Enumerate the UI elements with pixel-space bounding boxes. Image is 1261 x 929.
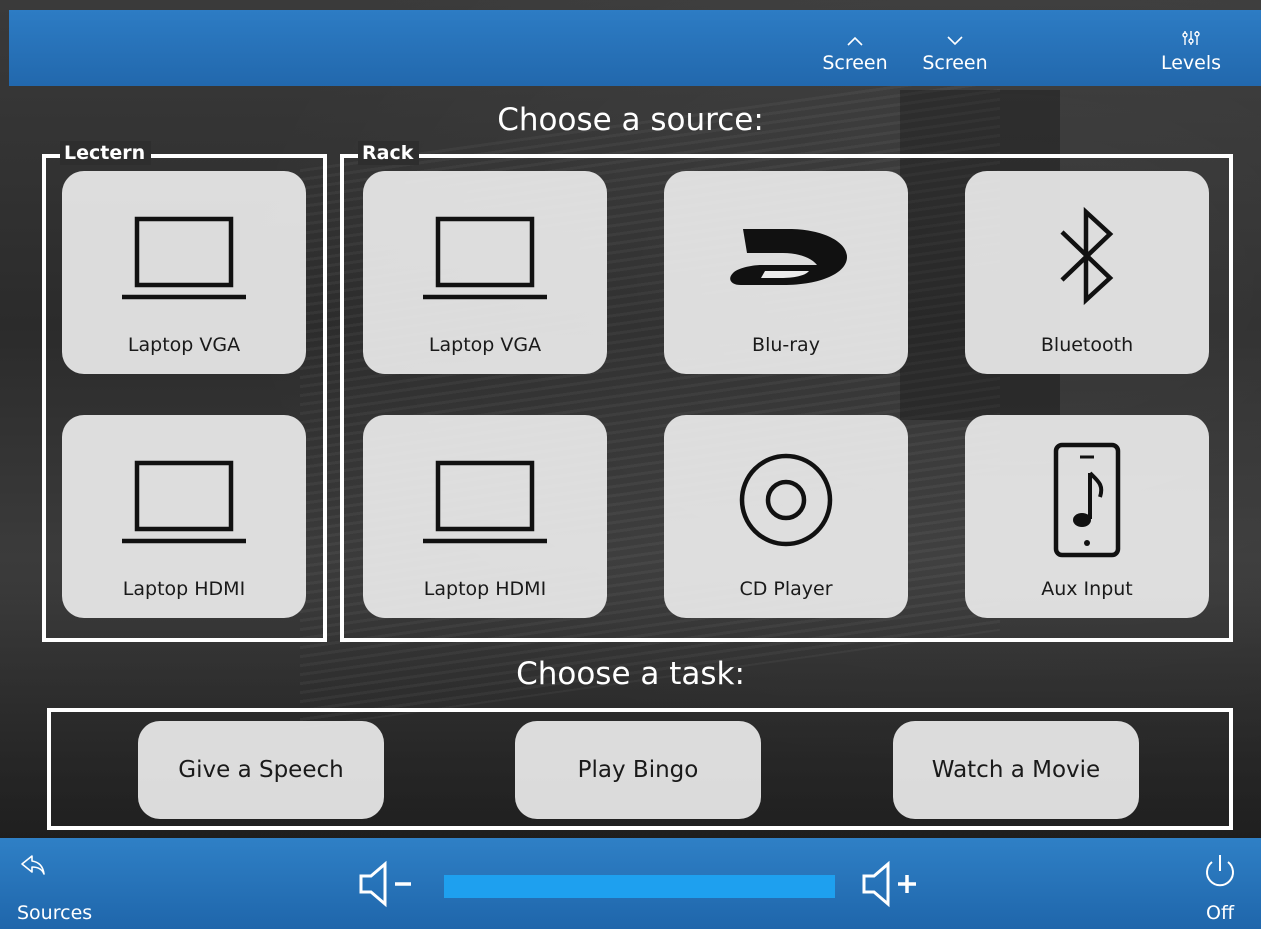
laptop-icon xyxy=(62,201,306,311)
back-arrow-icon xyxy=(21,855,45,875)
tile-label: Aux Input xyxy=(1041,578,1133,600)
volume-fill xyxy=(444,875,835,898)
rack-bluray-tile[interactable]: Blu-ray xyxy=(664,171,908,374)
bottom-bar: Sources Off xyxy=(0,838,1261,929)
volume-down-button[interactable] xyxy=(355,856,427,916)
tile-label: Laptop HDMI xyxy=(122,578,246,600)
power-icon xyxy=(1206,855,1234,887)
lectern-laptop-hdmi-tile[interactable]: Laptop HDMI xyxy=(62,415,306,618)
speaker-minus-icon xyxy=(359,860,411,908)
sources-button[interactable]: Sources xyxy=(0,838,110,929)
source-heading: Choose a source: xyxy=(497,102,764,138)
power-off-button[interactable]: Off xyxy=(1190,838,1261,929)
volume-slider[interactable] xyxy=(444,875,835,898)
tile-label: Blu-ray xyxy=(752,334,820,356)
lectern-laptop-vga-tile[interactable]: Laptop VGA xyxy=(62,171,306,374)
watch-movie-button[interactable]: Watch a Movie xyxy=(893,721,1139,819)
tile-label: Bluetooth xyxy=(1040,334,1134,356)
disc-icon xyxy=(664,445,908,555)
rack-cd-player-tile[interactable]: CD Player xyxy=(664,415,908,618)
chevron-down-icon xyxy=(947,36,963,46)
rack-bluetooth-tile[interactable]: Bluetooth xyxy=(965,171,1209,374)
screen-up-label: Screen xyxy=(822,52,888,74)
tile-label: Laptop VGA xyxy=(127,334,241,356)
tile-label: CD Player xyxy=(739,578,833,600)
laptop-icon xyxy=(363,201,607,311)
bluetooth-icon xyxy=(965,201,1209,311)
lectern-group-title: Lectern xyxy=(60,141,152,165)
rack-aux-input-tile[interactable]: Aux Input xyxy=(965,415,1209,618)
speaker-plus-icon xyxy=(862,860,916,908)
give-speech-button[interactable]: Give a Speech xyxy=(138,721,384,819)
bluray-icon xyxy=(664,201,908,311)
task-heading: Choose a task: xyxy=(516,656,745,692)
off-label: Off xyxy=(1206,902,1235,924)
tile-label: Laptop HDMI xyxy=(423,578,547,600)
av-control-panel: Screen Screen Levels Choose a source: Le… xyxy=(0,0,1261,929)
rack-laptop-hdmi-tile[interactable]: Laptop HDMI xyxy=(363,415,607,618)
top-bar: Screen Screen Levels xyxy=(9,10,1261,86)
levels-button[interactable]: Levels xyxy=(1151,10,1231,86)
play-bingo-button[interactable]: Play Bingo xyxy=(515,721,761,819)
rack-laptop-vga-tile[interactable]: Laptop VGA xyxy=(363,171,607,374)
screen-down-label: Screen xyxy=(922,52,988,74)
tile-label: Laptop VGA xyxy=(428,334,542,356)
chevron-up-icon xyxy=(847,36,863,46)
phone-music-icon xyxy=(965,442,1209,558)
rack-group-title: Rack xyxy=(358,141,420,165)
sources-label: Sources xyxy=(17,902,93,924)
levels-sliders-icon xyxy=(1182,31,1200,45)
volume-up-button[interactable] xyxy=(858,856,930,916)
levels-label: Levels xyxy=(1160,52,1222,74)
laptop-icon xyxy=(62,445,306,555)
laptop-icon xyxy=(363,445,607,555)
screen-up-button[interactable]: Screen xyxy=(815,10,895,86)
screen-down-button[interactable]: Screen xyxy=(915,10,995,86)
